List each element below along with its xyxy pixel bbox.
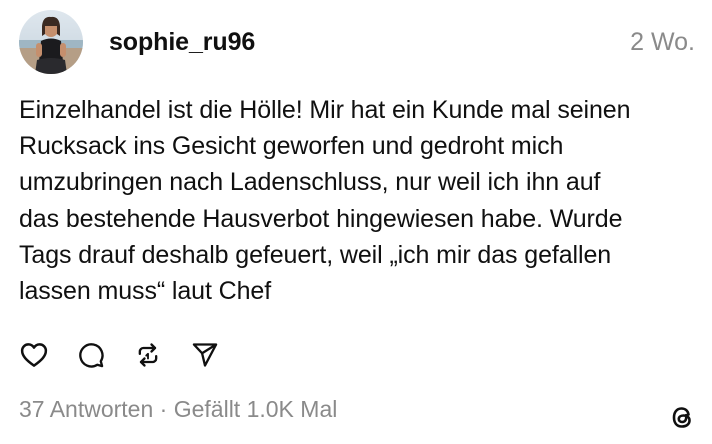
repost-icon <box>138 343 158 367</box>
threads-logo-icon <box>666 401 698 433</box>
paper-plane-icon <box>192 343 218 367</box>
like-button[interactable] <box>19 340 49 370</box>
heart-icon <box>20 343 48 367</box>
post-text: Einzelhandel ist die Hölle! Mir hat ein … <box>19 96 631 306</box>
post-timestamp: 2 Wo. <box>630 28 695 56</box>
stats-separator: · <box>153 396 174 422</box>
threads-post: sophie_ru96 2 Wo. Einzelhandel ist die H… <box>0 0 712 444</box>
replies-count[interactable]: 37 Antworten <box>19 396 153 422</box>
action-bar <box>19 339 247 371</box>
repost-button[interactable] <box>133 340 163 370</box>
post-stats: 37 Antworten · Gefällt 1.0K Mal <box>19 393 337 425</box>
likes-count[interactable]: Gefällt 1.0K Mal <box>174 396 338 422</box>
avatar[interactable] <box>19 10 83 74</box>
username[interactable]: sophie_ru96 <box>109 26 255 58</box>
share-button[interactable] <box>190 340 220 370</box>
comment-button[interactable] <box>76 340 106 370</box>
speech-bubble-icon <box>79 343 104 368</box>
